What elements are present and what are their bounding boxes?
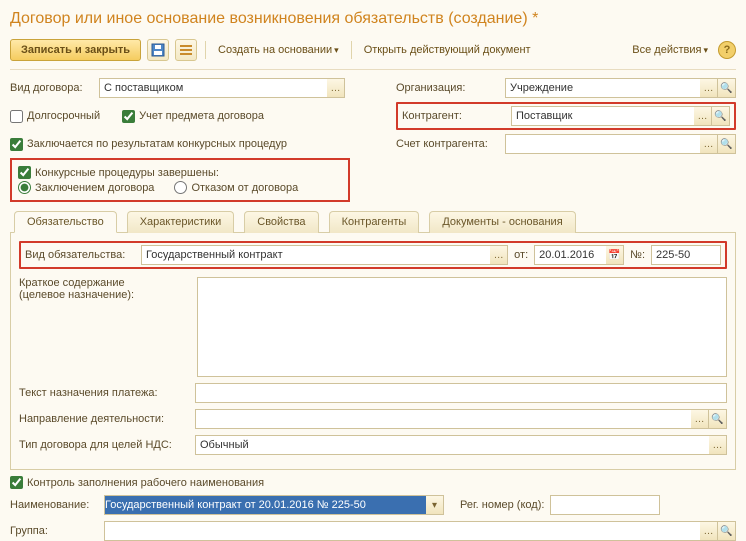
search-icon[interactable]: 🔍 <box>718 78 736 98</box>
list-icon[interactable] <box>175 39 197 61</box>
vat-type-input[interactable] <box>195 435 709 455</box>
by-tender-checkbox[interactable] <box>10 138 23 151</box>
help-icon[interactable]: ? <box>718 41 736 59</box>
open-doc-button[interactable]: Открыть действующий документ <box>360 40 535 60</box>
toolbar: Записать и закрыть Создать на основании▾… <box>10 36 736 70</box>
select-icon[interactable]: … <box>490 245 508 265</box>
payment-text-input[interactable] <box>195 383 727 403</box>
control-naming-checkbox[interactable] <box>10 476 23 489</box>
regnum-label: Рег. номер (код): <box>460 499 544 511</box>
by-contract-label: Заключением договора <box>35 182 154 194</box>
save-close-button[interactable]: Записать и закрыть <box>10 39 141 61</box>
num-label: №: <box>630 249 645 261</box>
num-input[interactable] <box>651 245 721 265</box>
select-icon[interactable]: … <box>700 78 718 98</box>
select-icon[interactable]: … <box>700 134 718 154</box>
name-label: Наименование: <box>10 499 98 511</box>
counterparty-input[interactable] <box>511 106 694 126</box>
subject-accounting-checkbox[interactable] <box>122 110 135 123</box>
by-contract-radio[interactable] <box>18 181 31 194</box>
activity-label: Направление деятельности: <box>19 413 189 425</box>
separator <box>205 41 206 59</box>
org-label: Организация: <box>396 82 501 94</box>
tab-counterparties[interactable]: Контрагенты <box>329 211 420 233</box>
regnum-input[interactable] <box>550 495 660 515</box>
date-label: от: <box>514 249 528 261</box>
procedures-done-label: Конкурсные процедуры завершены: <box>35 167 219 179</box>
separator <box>351 41 352 59</box>
tab-content: Вид обязательства: … от: 📅 №: Краткое со… <box>10 233 736 470</box>
payment-text-label: Текст назначения платежа: <box>19 387 189 399</box>
select-icon[interactable]: … <box>327 78 345 98</box>
longterm-label: Долгосрочный <box>27 110 100 122</box>
page-title: Договор или иное основание возникновения… <box>10 10 736 28</box>
summary-textarea[interactable] <box>197 277 727 377</box>
org-input[interactable] <box>505 78 700 98</box>
contract-type-input[interactable] <box>99 78 327 98</box>
search-icon[interactable]: 🔍 <box>718 521 736 541</box>
summary-label-1: Краткое содержание <box>19 277 189 289</box>
account-label: Счет контрагента: <box>396 138 501 150</box>
calendar-icon[interactable]: 📅 <box>606 245 624 265</box>
tab-bar: Обязательство Характеристики Свойства Ко… <box>10 210 736 233</box>
by-tender-label: Заключается по результатам конкурсных пр… <box>27 138 287 150</box>
search-icon[interactable]: 🔍 <box>718 134 736 154</box>
subject-accounting-label: Учет предмета договора <box>139 110 264 122</box>
summary-label-2: (целевое назначение): <box>19 289 189 301</box>
name-input[interactable] <box>104 495 426 515</box>
group-input[interactable] <box>104 521 700 541</box>
counterparty-label: Контрагент: <box>402 110 507 122</box>
dropdown-icon[interactable]: ▾ <box>426 495 444 515</box>
date-input[interactable] <box>534 245 606 265</box>
all-actions-button[interactable]: Все действия▾ <box>628 40 712 60</box>
longterm-checkbox[interactable] <box>10 110 23 123</box>
tab-properties[interactable]: Свойства <box>244 211 318 233</box>
group-label: Группа: <box>10 525 98 537</box>
tab-documents[interactable]: Документы - основания <box>429 211 575 233</box>
select-icon[interactable]: … <box>694 106 712 126</box>
search-icon[interactable]: 🔍 <box>712 106 730 126</box>
select-icon[interactable]: … <box>709 435 727 455</box>
by-refusal-label: Отказом от договора <box>191 182 298 194</box>
contract-type-label: Вид договора: <box>10 82 95 94</box>
select-icon[interactable]: … <box>691 409 709 429</box>
account-input[interactable] <box>505 134 700 154</box>
by-refusal-radio[interactable] <box>174 181 187 194</box>
control-naming-label: Контроль заполнения рабочего наименовани… <box>27 477 264 489</box>
procedures-done-checkbox[interactable] <box>18 166 31 179</box>
create-based-button[interactable]: Создать на основании▾ <box>214 40 343 60</box>
procedures-block: Конкурсные процедуры завершены: Заключен… <box>10 158 350 202</box>
activity-input[interactable] <box>195 409 691 429</box>
kind-label: Вид обязательства: <box>25 249 135 261</box>
kind-input[interactable] <box>141 245 490 265</box>
tab-obligation[interactable]: Обязательство <box>14 211 117 233</box>
select-icon[interactable]: … <box>700 521 718 541</box>
search-icon[interactable]: 🔍 <box>709 409 727 429</box>
tab-characteristics[interactable]: Характеристики <box>127 211 235 233</box>
save-icon[interactable] <box>147 39 169 61</box>
vat-type-label: Тип договора для целей НДС: <box>19 439 189 451</box>
